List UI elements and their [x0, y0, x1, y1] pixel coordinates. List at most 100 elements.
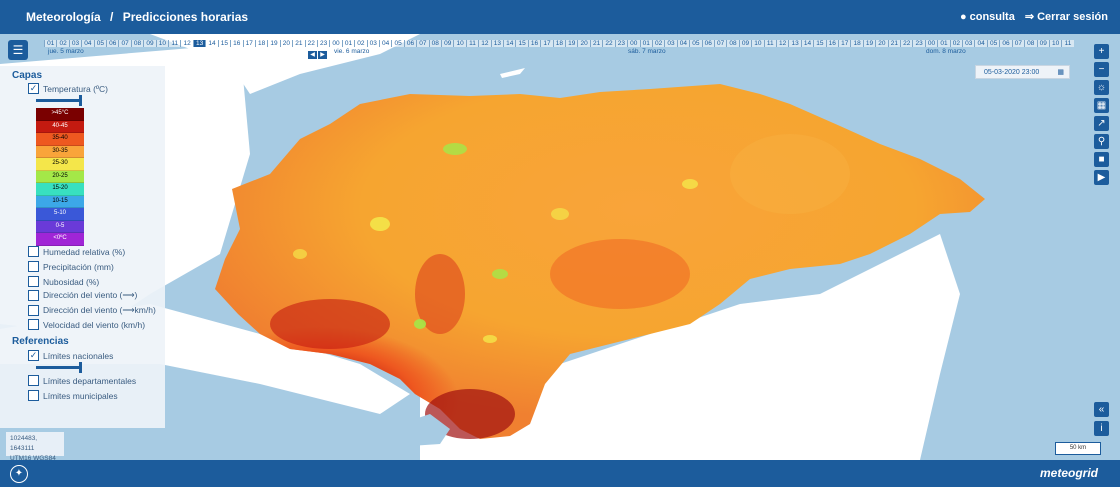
hour-cell[interactable]: 07	[118, 40, 131, 47]
reference-item[interactable]: Límites departamentales	[28, 375, 136, 386]
hour-cell[interactable]: 00	[627, 40, 640, 47]
hour-cell[interactable]: 07	[416, 40, 429, 47]
layer-item[interactable]: Nubosidad (%)	[28, 276, 99, 287]
hour-cell[interactable]: 10	[453, 40, 466, 47]
hour-cell[interactable]: 15	[217, 40, 231, 47]
slider-knob[interactable]	[79, 95, 82, 106]
hour-cell[interactable]: 08	[130, 40, 144, 47]
hour-cell[interactable]: 08	[428, 40, 441, 47]
hour-timeline[interactable]: 01 02 03 04 05 06 07 08 09 10 11 12 13 14 15 16 17 18 19 20…	[44, 40, 1074, 62]
national-opacity-slider[interactable]	[36, 362, 82, 373]
reference-checkbox[interactable]	[28, 390, 39, 401]
hour-cell[interactable]: 20	[279, 40, 293, 47]
collapse-button[interactable]: «	[1094, 402, 1109, 417]
hour-cell[interactable]: 09	[143, 40, 156, 47]
hour-cell[interactable]: 02	[354, 40, 367, 47]
hour-cell[interactable]: 08	[726, 40, 739, 47]
hour-cell[interactable]: 12	[478, 40, 491, 47]
hour-cell[interactable]: 06	[403, 40, 417, 47]
hour-cell[interactable]: 17	[838, 40, 851, 47]
hour-cell[interactable]: 17	[540, 40, 553, 47]
logout-link[interactable]: ⇒ Cerrar sesión	[1025, 10, 1108, 23]
prev-day-button[interactable]: ◀	[308, 51, 317, 59]
calendar-icon[interactable]: ▦	[1057, 66, 1064, 80]
hour-cell[interactable]: 05	[93, 40, 107, 47]
hour-cell[interactable]: 02	[56, 40, 69, 47]
hour-cell[interactable]: 01	[937, 40, 950, 47]
slider-knob[interactable]	[79, 362, 82, 373]
hour-cell[interactable]: 03	[68, 40, 82, 47]
hour-cell[interactable]: 05	[391, 40, 404, 47]
hour-cell[interactable]: 02	[949, 40, 963, 47]
hour-cell[interactable]: 13	[490, 40, 504, 47]
hour-cell[interactable]: 00	[329, 40, 342, 47]
hour-cell[interactable]: 02	[651, 40, 665, 47]
layer-item[interactable]: Humedad relativa (%)	[28, 246, 125, 257]
zoom-in-button[interactable]: +	[1094, 44, 1109, 59]
layer-temperature[interactable]: ✓ Temperatura (ºC)	[28, 83, 108, 94]
hour-cell[interactable]: 23	[316, 40, 330, 47]
hour-cell[interactable]: 06	[106, 40, 119, 47]
hour-cell[interactable]: 07	[1011, 40, 1025, 47]
hour-cell[interactable]: 05	[986, 40, 1000, 47]
hour-cell[interactable]: 23	[614, 40, 628, 47]
breadcrumb-root[interactable]: Meteorología	[26, 10, 101, 24]
layer-item[interactable]: Dirección del viento (⟶km/h)	[28, 305, 156, 316]
layer-checkbox[interactable]	[28, 319, 39, 330]
hour-cell[interactable]: 14	[800, 40, 814, 47]
hour-cell[interactable]: 10	[751, 40, 764, 47]
layer-checkbox[interactable]	[28, 246, 39, 257]
hour-cell[interactable]: 18	[254, 40, 268, 47]
consulta-link[interactable]: ● consulta	[960, 11, 1015, 23]
hour-cell[interactable]: 19	[565, 40, 578, 47]
fullscreen-icon[interactable]: ↗	[1094, 116, 1109, 131]
hour-cell[interactable]: 01	[44, 40, 57, 47]
hour-cell[interactable]: 13	[192, 40, 206, 47]
hour-cell[interactable]: 20	[875, 40, 888, 47]
hour-cell[interactable]: 03	[664, 40, 677, 47]
reference-checkbox[interactable]	[28, 375, 39, 386]
hour-cell[interactable]: 04	[974, 40, 987, 47]
hour-cell[interactable]: 09	[1036, 40, 1049, 47]
hour-cell[interactable]: 05	[689, 40, 702, 47]
hour-cell[interactable]: 01	[341, 40, 355, 47]
layers-toggle-button[interactable]: ☰	[8, 40, 28, 60]
reference-checkbox[interactable]: ✓	[28, 350, 39, 361]
hour-cell[interactable]: 15	[515, 40, 528, 47]
hour-cell[interactable]: 07	[713, 40, 727, 47]
datetime-field[interactable]: 05-03-2020 23:00 ▦	[975, 65, 1070, 79]
hour-cell[interactable]: 04	[378, 40, 392, 47]
layer-checkbox[interactable]	[28, 261, 39, 272]
info-button[interactable]: i	[1094, 421, 1109, 436]
hour-cell[interactable]: 20	[577, 40, 590, 47]
hour-cell[interactable]: 11	[168, 40, 181, 47]
hour-cell[interactable]: 17	[242, 40, 255, 47]
hour-cell[interactable]: 15	[813, 40, 826, 47]
hour-cell[interactable]: 22	[304, 40, 317, 47]
hour-cell[interactable]: 12	[180, 40, 193, 47]
hour-cell[interactable]: 22	[900, 40, 913, 47]
hour-cell[interactable]: 22	[602, 40, 615, 47]
layer-item[interactable]: Dirección del viento (⟶)	[28, 290, 137, 301]
hour-cell[interactable]: 23	[912, 40, 925, 47]
zoom-search-icon[interactable]: ⚲	[1094, 134, 1109, 149]
layer-checkbox[interactable]	[28, 290, 39, 301]
layer-item[interactable]: Precipitación (mm)	[28, 261, 114, 272]
ruler-icon[interactable]: ■	[1094, 152, 1109, 167]
hour-cell[interactable]: 08	[1024, 40, 1037, 47]
hour-cell[interactable]: 16	[825, 40, 838, 47]
hour-cells[interactable]: 01 02 03 04 05 06 07 08 09 10 11 12 13 14 15 16 17 18 19 20…	[44, 40, 1074, 47]
hour-cell[interactable]: 03	[962, 40, 975, 47]
hour-cell[interactable]: 11	[1061, 40, 1074, 47]
hour-cell[interactable]: 16	[230, 40, 243, 47]
layer-checkbox[interactable]	[28, 276, 39, 287]
hour-cell[interactable]: 19	[267, 40, 280, 47]
hour-cell[interactable]: 14	[205, 40, 218, 47]
grid-icon[interactable]: ▦	[1094, 98, 1109, 113]
layer-item[interactable]: Velocidad del viento (km/h)	[28, 319, 145, 330]
reference-national[interactable]: ✓ Límites nacionales	[28, 350, 113, 361]
hour-cell[interactable]: 21	[887, 40, 901, 47]
play-icon[interactable]: ▶	[1094, 170, 1109, 185]
next-day-button[interactable]: ▶	[318, 51, 327, 59]
hour-cell[interactable]: 16	[527, 40, 541, 47]
